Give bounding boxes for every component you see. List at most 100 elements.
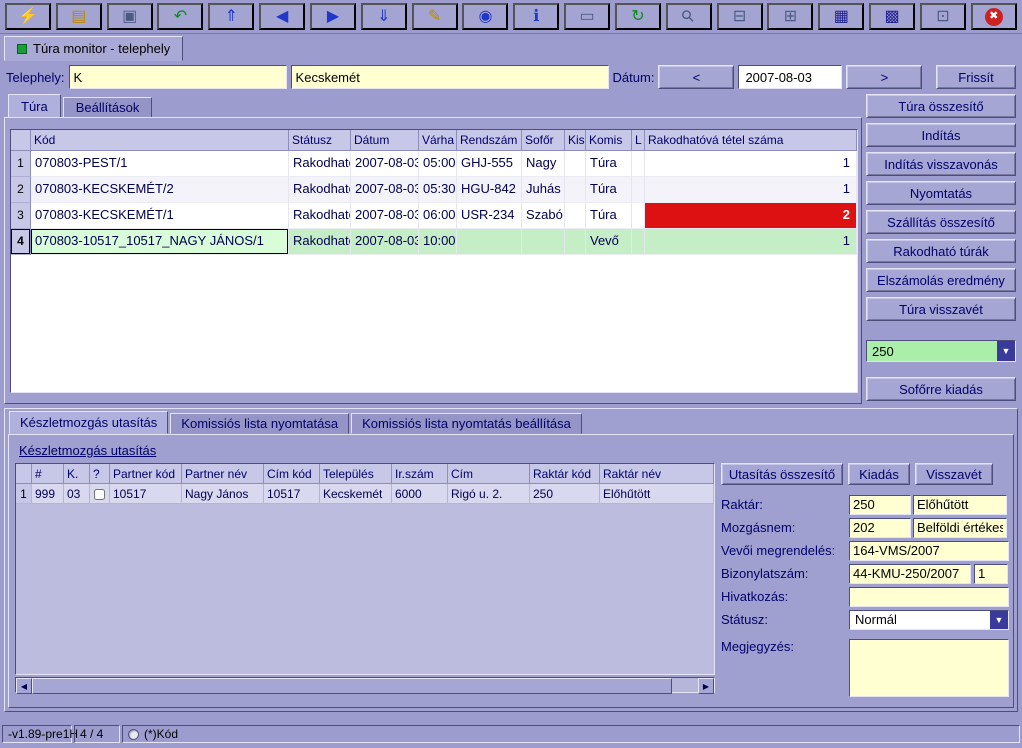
col-partner-kod[interactable]: Partner kód: [110, 464, 182, 484]
scrollbar-thumb[interactable]: [32, 678, 672, 694]
col-kod[interactable]: Kód: [31, 130, 289, 151]
mozgasnem-field: Mozgásnem:: [721, 516, 1015, 539]
search-button[interactable]: ⚲: [666, 3, 712, 30]
table-row[interactable]: 1 070803-PEST/1 Rakodható 2007-08-03 05:…: [11, 151, 857, 177]
tab-komissios-beallitas[interactable]: Komissiós lista nyomtatás beállítása: [351, 413, 582, 434]
save-button[interactable]: ▣: [107, 3, 153, 30]
vevoi-label: Vevői megrendelés:: [721, 543, 849, 558]
run-button[interactable]: ⚡: [5, 3, 51, 30]
tab-beallitasok[interactable]: Beállítások: [63, 97, 153, 118]
col-rakodhato[interactable]: Rakodhatóvá tétel száma: [645, 130, 857, 151]
col-l[interactable]: L: [632, 130, 645, 151]
col-statusz[interactable]: Státusz: [289, 130, 351, 151]
version-label: -v1.89-pre1H: [2, 725, 72, 743]
rakodhato-turak-button[interactable]: Rakodható túrák: [866, 239, 1016, 263]
table-row[interactable]: 2 070803-KECSKEMÉT/2 Rakodható 2007-08-0…: [11, 177, 857, 203]
mozgasnem-nev-input[interactable]: [913, 518, 1007, 538]
scroll-right-icon[interactable]: ▶: [698, 678, 714, 694]
window-button[interactable]: ▭: [564, 3, 610, 30]
col-komis[interactable]: Komis: [586, 130, 632, 151]
raktar-kod-input[interactable]: [849, 495, 911, 515]
tura-visszavet-button[interactable]: Túra visszavét: [866, 297, 1016, 321]
warehouse-select[interactable]: 250 ▼: [866, 340, 1016, 362]
info-button[interactable]: ℹ: [513, 3, 559, 30]
print-button[interactable]: ⊟: [717, 3, 763, 30]
grid-icon: ▦: [834, 9, 849, 25]
refresh-button[interactable]: Frissít: [936, 65, 1016, 89]
megjegyzes-textarea[interactable]: [849, 639, 1009, 697]
refresh-data-button[interactable]: ↻: [615, 3, 661, 30]
table-row[interactable]: 3 070803-KECSKEMÉT/1 Rakodható 2007-08-0…: [11, 203, 857, 229]
sofor-kiadas-button[interactable]: Sofőrre kiadás: [866, 377, 1016, 401]
date-prev-button[interactable]: <: [658, 65, 734, 89]
scroll-left-icon[interactable]: ◀: [16, 678, 32, 694]
col-question[interactable]: ?: [90, 464, 110, 484]
statusz-select[interactable]: Normál ▼: [849, 610, 1009, 630]
col-varhato[interactable]: Várha: [419, 130, 457, 151]
tab-tura[interactable]: Túra: [8, 94, 61, 118]
record-button[interactable]: ◉: [462, 3, 508, 30]
table-row-selected[interactable]: 4 070803-10517_10517_NAGY JÁNOS/1 Rakodh…: [11, 229, 857, 255]
chevron-down-icon[interactable]: ▼: [997, 341, 1015, 361]
nyomtatas-button[interactable]: Nyomtatás: [866, 181, 1016, 205]
col-raktar-kod[interactable]: Raktár kód: [530, 464, 600, 484]
date-next-button[interactable]: >: [846, 65, 922, 89]
kiadas-button[interactable]: Kiadás: [848, 463, 910, 485]
keszlet-row[interactable]: 1 999 03 10517 Nagy János 10517 Kecskemé…: [16, 484, 714, 504]
keszlet-table-header: # K. ? Partner kód Partner név Cím kód T…: [16, 464, 714, 484]
edit-button[interactable]: ✎: [412, 3, 458, 30]
raktar-nev-input[interactable]: [913, 495, 1007, 515]
hivatkozas-input[interactable]: [849, 587, 1009, 607]
record-icon: ◉: [478, 9, 492, 25]
prev-button[interactable]: ◀: [259, 3, 305, 30]
inditas-button[interactable]: Indítás: [866, 123, 1016, 147]
vevoi-input[interactable]: [849, 541, 1009, 561]
szallitas-osszesito-button[interactable]: Szállítás összesítő: [866, 210, 1016, 234]
window-tab[interactable]: Túra monitor - telephely: [4, 36, 183, 61]
undo-button[interactable]: ↶: [157, 3, 203, 30]
visszavet-button[interactable]: Visszavét: [915, 463, 993, 485]
telephely-input[interactable]: [69, 65, 287, 89]
site-name-input[interactable]: [291, 65, 609, 89]
tab-keszletmozgas[interactable]: Készletmozgás utasítás: [9, 411, 168, 434]
utasitas-osszesito-button[interactable]: Utasítás összesítő: [721, 463, 843, 485]
col-cim[interactable]: Cím: [448, 464, 530, 484]
tura-osszesito-button[interactable]: Túra összesítő: [866, 94, 1016, 118]
sort-radio[interactable]: [128, 729, 139, 740]
print-preview-button[interactable]: ⊞: [767, 3, 813, 30]
bizonylat-field: Bizonylatszám:: [721, 562, 1015, 585]
exit-button[interactable]: ✖: [971, 3, 1017, 30]
elszamolas-eredmeny-button[interactable]: Elszámolás eredmény: [866, 268, 1016, 292]
tab-komissios-lista[interactable]: Komissiós lista nyomtatása: [170, 413, 349, 434]
col-raktar-nev[interactable]: Raktár név: [600, 464, 714, 484]
col-datum[interactable]: Dátum: [351, 130, 419, 151]
grid-add-button[interactable]: ▩: [869, 3, 915, 30]
bizonylat-input[interactable]: [849, 564, 971, 584]
bizonylat-sorszam-input[interactable]: [974, 564, 1008, 584]
inditas-visszavonas-button[interactable]: Indítás visszavonás: [866, 152, 1016, 176]
date-input[interactable]: [738, 65, 842, 89]
left-arrow-icon: ◀: [276, 9, 288, 25]
chevron-down-icon[interactable]: ▼: [990, 611, 1008, 629]
col-irszam[interactable]: Ir.szám: [392, 464, 448, 484]
next-button[interactable]: ▶: [310, 3, 356, 30]
row-checkbox[interactable]: [94, 489, 105, 500]
col-cim-kod[interactable]: Cím kód: [264, 464, 320, 484]
first-button[interactable]: ⇑: [208, 3, 254, 30]
last-button[interactable]: ⇓: [361, 3, 407, 30]
open-button[interactable]: ▤: [56, 3, 102, 30]
col-k[interactable]: K.: [64, 464, 90, 484]
col-partner-nev[interactable]: Partner név: [182, 464, 264, 484]
col-hash[interactable]: #: [32, 464, 64, 484]
col-rendszam[interactable]: Rendszám: [457, 130, 522, 151]
save-icon: ▣: [122, 9, 137, 25]
refresh-icon: ↻: [631, 9, 644, 25]
section-title: Készletmozgás utasítás: [19, 443, 156, 458]
horizontal-scrollbar[interactable]: ◀ ▶: [15, 677, 715, 693]
calculator-button[interactable]: ⊡: [920, 3, 966, 30]
col-kis[interactable]: Kis: [565, 130, 586, 151]
grid-button[interactable]: ▦: [818, 3, 864, 30]
mozgasnem-kod-input[interactable]: [849, 518, 911, 538]
col-telepules[interactable]: Település: [320, 464, 392, 484]
col-sofor[interactable]: Sofőr: [522, 130, 565, 151]
